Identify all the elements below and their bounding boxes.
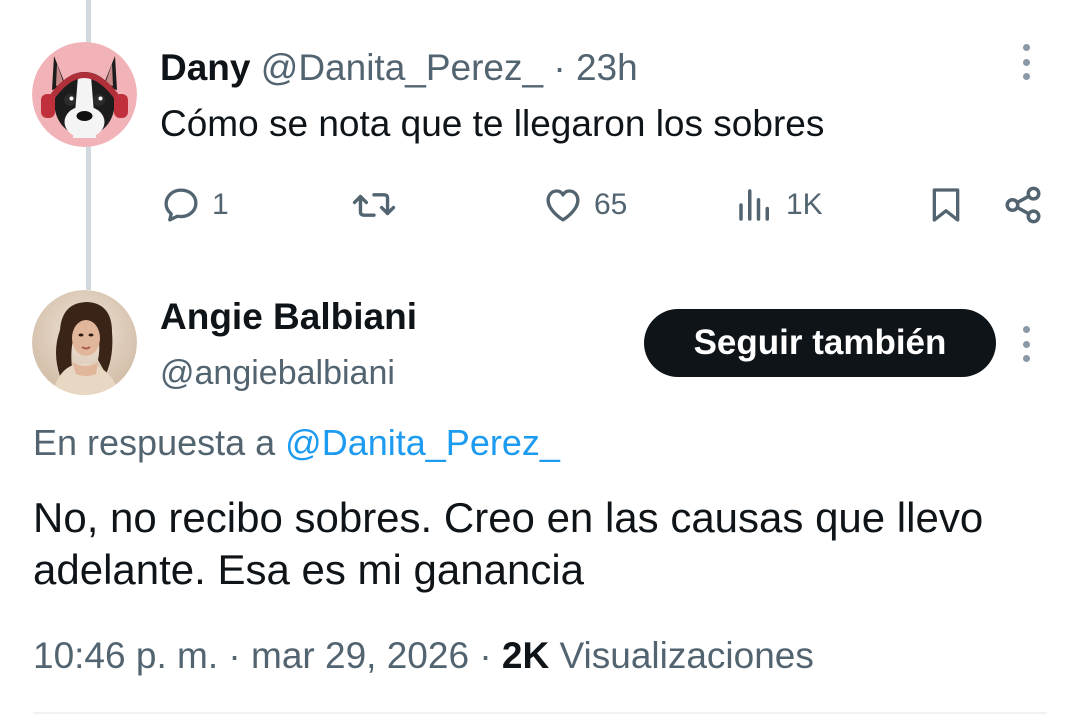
reply-button[interactable]: 1 bbox=[160, 178, 229, 232]
tweet-metadata: 10:46 p. m. · mar 29, 2026 · 2K Visualiz… bbox=[33, 632, 814, 680]
meta-separator-2: · bbox=[479, 635, 492, 676]
retweet-icon bbox=[352, 193, 396, 217]
follow-back-button[interactable]: Seguir también bbox=[644, 309, 996, 377]
avatar-dany[interactable] bbox=[32, 42, 137, 147]
bookmark-icon bbox=[932, 188, 960, 222]
views-button[interactable]: 1K bbox=[734, 178, 823, 232]
more-options-icon-main[interactable] bbox=[1011, 326, 1041, 362]
reply-tweet-text: Cómo se nota que te llegaron los sobres bbox=[160, 103, 825, 144]
retweet-button[interactable] bbox=[352, 178, 396, 232]
reply-tweet-actions: 1 65 1K bbox=[0, 178, 1080, 232]
header-separator: · bbox=[553, 47, 566, 88]
reply-context: En respuesta a @Danita_Perez_ bbox=[33, 420, 560, 466]
like-count: 65 bbox=[594, 188, 628, 221]
tweet-time[interactable]: 10:46 p. m. bbox=[33, 635, 218, 676]
reply-author-handle[interactable]: @Danita_Perez_ bbox=[261, 47, 543, 88]
share-icon bbox=[1005, 186, 1041, 224]
share-button[interactable] bbox=[1002, 178, 1044, 232]
main-tweet-text: No, no recibo sobres. Creo en las causas… bbox=[33, 494, 984, 593]
reply-mention-link[interactable]: @Danita_Perez_ bbox=[285, 422, 560, 463]
tweet-date[interactable]: mar 29, 2026 bbox=[251, 635, 469, 676]
views-label[interactable]: Visualizaciones bbox=[560, 635, 814, 676]
reply-timestamp[interactable]: 23h bbox=[576, 47, 638, 88]
views-count: 1K bbox=[786, 188, 823, 221]
reply-count: 1 bbox=[212, 188, 229, 221]
woman-portrait-avatar-icon bbox=[32, 290, 137, 395]
main-author-handle[interactable]: @angiebalbiani bbox=[160, 350, 395, 396]
reply-author-name[interactable]: Dany bbox=[160, 47, 250, 88]
heart-icon bbox=[546, 189, 580, 222]
reply-tweet-header: Dany @Danita_Perez_ · 23h bbox=[160, 44, 638, 92]
main-author-name[interactable]: Angie Balbiani bbox=[160, 294, 417, 340]
reply-context-prefix: En respuesta a bbox=[33, 422, 276, 463]
like-button[interactable]: 65 bbox=[542, 178, 627, 232]
reply-icon bbox=[164, 188, 198, 222]
divider bbox=[33, 712, 1047, 714]
avatar-angie[interactable] bbox=[32, 290, 137, 395]
meta-separator-1: · bbox=[228, 635, 241, 676]
analytics-icon bbox=[739, 189, 769, 221]
views-total[interactable]: 2K bbox=[502, 635, 549, 676]
more-options-icon[interactable] bbox=[1011, 44, 1041, 80]
bookmark-button[interactable] bbox=[926, 178, 966, 232]
dog-with-headphones-avatar-icon bbox=[32, 42, 137, 147]
